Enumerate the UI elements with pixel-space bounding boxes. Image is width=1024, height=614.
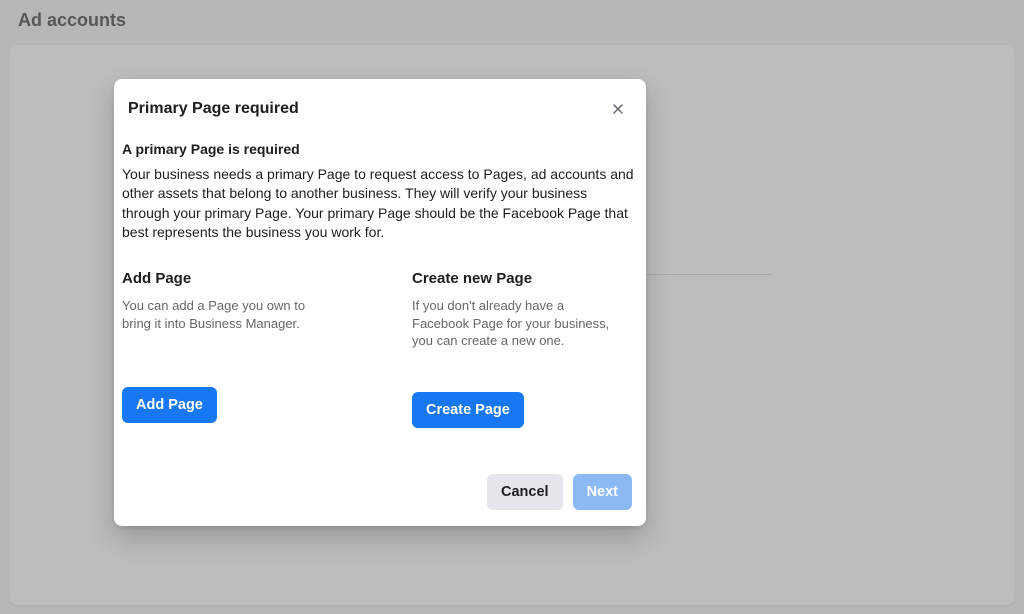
create-page-button[interactable]: Create Page — [412, 392, 524, 428]
primary-page-modal: Primary Page required A primary Page is … — [114, 79, 646, 526]
required-description: Your business needs a primary Page to re… — [122, 165, 638, 242]
add-page-column: Add Page You can add a Page you own to b… — [122, 270, 332, 428]
modal-header: Primary Page required — [114, 95, 646, 123]
next-button[interactable]: Next — [573, 474, 632, 510]
add-page-button[interactable]: Add Page — [122, 387, 217, 423]
modal-footer: Cancel Next — [114, 468, 646, 514]
options-columns: Add Page You can add a Page you own to b… — [122, 270, 638, 428]
create-page-description: If you don't already have a Facebook Pag… — [412, 297, 622, 350]
required-heading: A primary Page is required — [122, 141, 638, 157]
close-button[interactable] — [604, 95, 632, 123]
close-icon — [610, 101, 626, 117]
add-page-title: Add Page — [122, 270, 332, 287]
modal-title: Primary Page required — [128, 100, 299, 118]
add-page-description: You can add a Page you own to bring it i… — [122, 297, 332, 345]
modal-body: A primary Page is required Your business… — [114, 123, 646, 428]
create-page-title: Create new Page — [412, 270, 622, 287]
cancel-button[interactable]: Cancel — [487, 474, 563, 510]
create-page-column: Create new Page If you don't already hav… — [412, 270, 622, 428]
modal-overlay[interactable]: Primary Page required A primary Page is … — [0, 0, 1024, 614]
